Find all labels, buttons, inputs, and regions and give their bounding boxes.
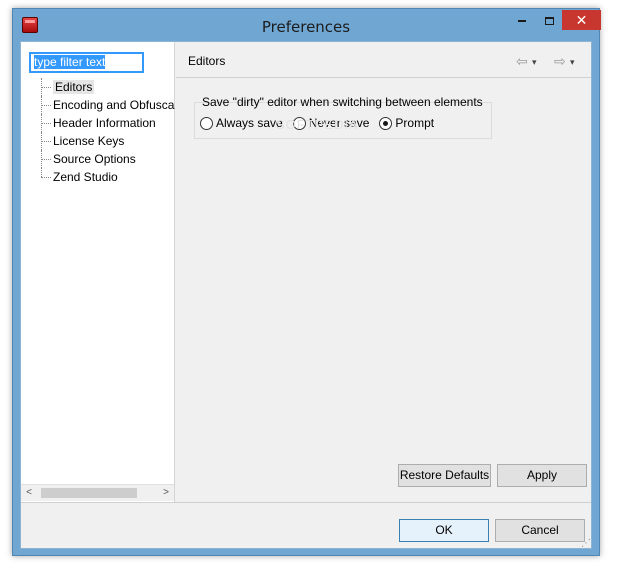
tree-item-header-information[interactable]: Header Information xyxy=(41,114,175,132)
horizontal-scrollbar[interactable]: < > xyxy=(21,484,174,501)
preferences-tree-pane: type filter text Editors Encoding and Ob… xyxy=(21,42,175,502)
group-label: Save "dirty" editor when switching betwe… xyxy=(202,95,483,109)
scrollbar-thumb[interactable] xyxy=(41,488,137,498)
forward-arrow-icon[interactable]: ⇨ xyxy=(554,53,566,70)
maximize-icon xyxy=(544,16,554,25)
preferences-window: Preferences ✕ type filter text Editors E… xyxy=(12,8,601,556)
scroll-right-icon[interactable]: > xyxy=(158,485,174,501)
preference-page: Editors ⇦ ▾ ⇨ ▾ Save "dirty" editor when… xyxy=(176,42,591,502)
maximize-button[interactable] xyxy=(536,10,562,30)
minimize-icon xyxy=(518,19,526,22)
close-button[interactable]: ✕ xyxy=(562,10,601,30)
radio-label: Prompt xyxy=(395,116,435,130)
tree-item-label: License Keys xyxy=(53,134,125,148)
back-arrow-icon[interactable]: ⇦ xyxy=(516,53,528,70)
page-title: Editors xyxy=(188,54,226,68)
filter-input[interactable]: type filter text xyxy=(29,52,144,73)
tree-item-label: Source Options xyxy=(53,152,136,166)
tree-item-source-options[interactable]: Source Options xyxy=(41,150,175,168)
restore-defaults-button[interactable]: Restore Defaults xyxy=(398,464,491,487)
apply-button[interactable]: Apply xyxy=(497,464,587,487)
tree-item-label: Header Information xyxy=(53,116,156,130)
tree-item-zend-studio[interactable]: Zend Studio xyxy=(41,168,175,186)
page-header: Editors ⇦ ▾ ⇨ ▾ xyxy=(176,42,591,78)
radio-checked-icon[interactable] xyxy=(379,116,393,130)
close-icon: ✕ xyxy=(575,12,588,28)
tree-item-encoding-and-obfuscation[interactable]: Encoding and Obfusca xyxy=(41,96,175,114)
forward-dropdown-icon[interactable]: ▾ xyxy=(570,57,575,68)
ok-button[interactable]: OK xyxy=(399,519,489,542)
tree-item-license-keys[interactable]: License Keys xyxy=(41,132,175,150)
dialog-client-area: type filter text Editors Encoding and Ob… xyxy=(20,41,592,549)
always-save-radio[interactable]: Always save xyxy=(200,116,283,130)
title-bar[interactable]: Preferences ✕ xyxy=(13,9,601,41)
radio-label: Always save xyxy=(216,116,283,130)
cancel-button[interactable]: Cancel xyxy=(495,519,585,542)
dialog-separator xyxy=(21,502,591,503)
preferences-tree: Editors Encoding and Obfusca Header Info… xyxy=(41,78,175,186)
back-dropdown-icon[interactable]: ▾ xyxy=(532,57,537,68)
minimize-button[interactable] xyxy=(509,10,535,30)
prompt-radio[interactable]: Prompt xyxy=(379,116,434,130)
watermark: SOFTPEDIA xyxy=(276,117,359,132)
tree-item-label: Zend Studio xyxy=(53,170,118,184)
scroll-left-icon[interactable]: < xyxy=(21,485,37,501)
tree-item-label: Encoding and Obfusca xyxy=(53,98,175,112)
resize-grip-icon[interactable]: ⋰ xyxy=(581,538,591,549)
tree-item-editors[interactable]: Editors xyxy=(41,78,175,96)
tree-item-label: Editors xyxy=(53,80,95,94)
radio-circle-icon[interactable] xyxy=(200,116,213,130)
